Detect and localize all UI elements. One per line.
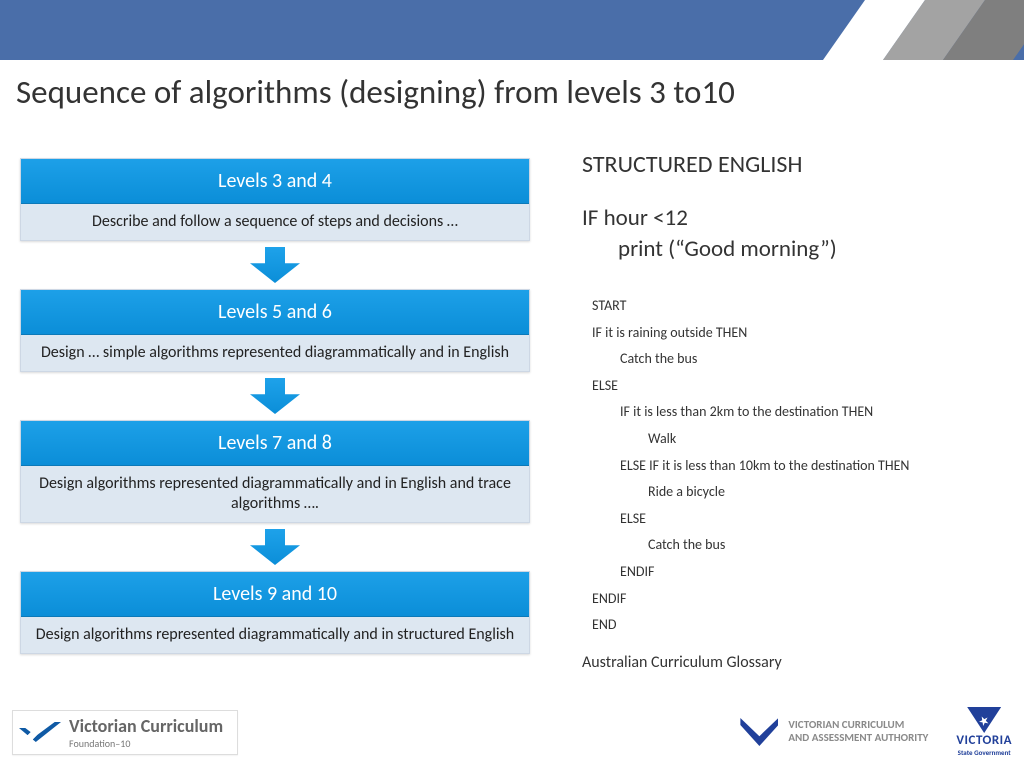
vcaa-logo: VICTORIAN CURRICULUM AND ASSESSMENT AUTH…	[740, 718, 928, 746]
card-head: Levels 7 and 8	[21, 421, 529, 466]
pseudo-line: ELSE	[592, 373, 1002, 400]
vc-check-icon	[19, 722, 61, 742]
pseudo-line: Catch the bus	[592, 346, 1002, 373]
victoria-triangle-icon	[967, 707, 1001, 733]
victoria-line2: State Government	[956, 748, 1012, 757]
vc-line2: Foundation–10	[69, 737, 223, 750]
structured-english-panel: STRUCTURED ENGLISH IF hour <12 print (“G…	[582, 150, 1002, 672]
vc-line1: Victorian Curriculum	[69, 715, 223, 737]
card-body: Design … simple algorithms represented d…	[21, 335, 529, 371]
card-body: Describe and follow a sequence of steps …	[21, 204, 529, 240]
pseudo-line: IF it is raining outside THEN	[592, 320, 1002, 347]
card-body: Design algorithms represented diagrammat…	[21, 617, 529, 653]
structured-english-example: IF hour <12 print (“Good morning”)	[582, 203, 1002, 265]
pseudocode-block: START IF it is raining outside THEN Catc…	[592, 293, 1002, 639]
pseudo-line: ENDIF	[592, 586, 1002, 613]
footer-bar: Victorian Curriculum Foundation–10 VICTO…	[12, 702, 1012, 762]
example-line: IF hour <12	[582, 204, 688, 232]
vc-text: Victorian Curriculum Foundation–10	[69, 715, 223, 750]
card-head: Levels 9 and 10	[21, 572, 529, 617]
victoria-text: VICTORIA State Government	[956, 733, 1012, 757]
card-head: Levels 5 and 6	[21, 290, 529, 335]
header-accent-stripes	[764, 0, 1024, 60]
footer-right: VICTORIAN CURRICULUM AND ASSESSMENT AUTH…	[740, 707, 1012, 757]
example-line: print (“Good morning”)	[582, 234, 837, 265]
arrow-down-icon	[20, 378, 530, 414]
victoria-state-logo: VICTORIA State Government	[956, 707, 1012, 757]
victorian-curriculum-badge: Victorian Curriculum Foundation–10	[12, 710, 238, 755]
card-head: Levels 3 and 4	[21, 159, 529, 204]
pseudo-line: Ride a bicycle	[592, 479, 1002, 506]
card-body: Design algorithms represented diagrammat…	[21, 466, 529, 522]
card-levels-3-4: Levels 3 and 4 Describe and follow a seq…	[20, 158, 530, 241]
pseudo-line: ENDIF	[592, 559, 1002, 586]
pseudo-line: Catch the bus	[592, 532, 1002, 559]
arrow-down-icon	[20, 529, 530, 565]
levels-flow: Levels 3 and 4 Describe and follow a seq…	[20, 158, 530, 662]
pseudo-line: ELSE IF it is less than 10km to the dest…	[592, 453, 1002, 480]
pseudo-line: END	[592, 612, 1002, 639]
vcaa-line2: AND ASSESSMENT AUTHORITY	[788, 732, 928, 745]
card-levels-7-8: Levels 7 and 8 Design algorithms represe…	[20, 420, 530, 523]
header-bar	[0, 0, 1024, 60]
pseudo-line: Walk	[592, 426, 1002, 453]
vcaa-text: VICTORIAN CURRICULUM AND ASSESSMENT AUTH…	[788, 719, 928, 744]
pseudo-line: ELSE	[592, 506, 1002, 533]
structured-english-heading: STRUCTURED ENGLISH	[582, 150, 1002, 179]
card-levels-9-10: Levels 9 and 10 Design algorithms repres…	[20, 571, 530, 654]
pseudo-line: START	[592, 297, 626, 314]
arrow-down-icon	[20, 247, 530, 283]
glossary-attribution: Australian Curriculum Glossary	[582, 653, 1002, 672]
pseudo-line: IF it is less than 2km to the destinatio…	[592, 399, 1002, 426]
page-title: Sequence of algorithms (designing) from …	[16, 72, 735, 112]
vcaa-check-icon	[740, 718, 778, 746]
card-levels-5-6: Levels 5 and 6 Design … simple algorithm…	[20, 289, 530, 372]
victoria-line1: VICTORIA	[956, 733, 1012, 748]
